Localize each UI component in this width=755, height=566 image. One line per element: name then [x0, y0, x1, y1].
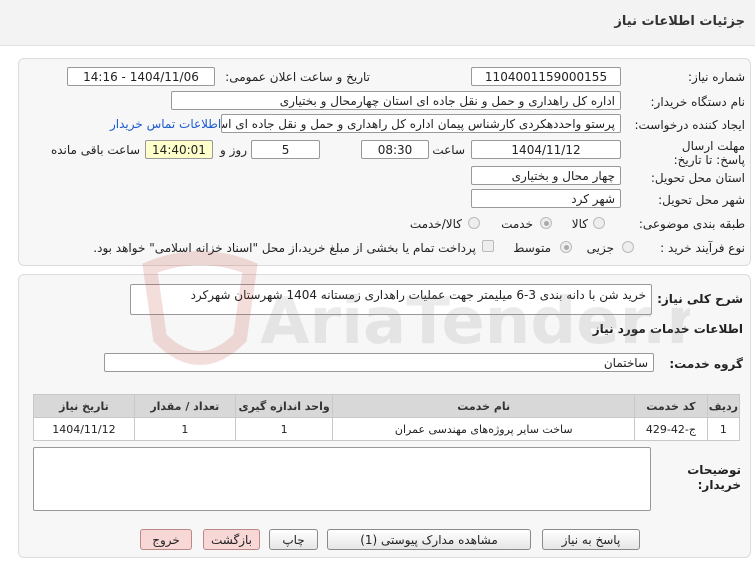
- days-label: روز و: [220, 143, 247, 157]
- category-option-goods-service: کالا/خدمت: [409, 217, 462, 231]
- col-quantity: تعداد / مقدار: [133, 394, 236, 418]
- purchase-option-medium: متوسط: [513, 241, 551, 255]
- col-need-date: تاریخ نیاز: [33, 394, 135, 418]
- back-button[interactable]: بازگشت: [203, 529, 260, 550]
- deadline-time-field: 08:30: [361, 140, 429, 159]
- treasury-payment-checkbox[interactable]: [482, 240, 494, 252]
- category-radio-goods-service[interactable]: [468, 217, 480, 229]
- days-field: 5: [251, 140, 320, 159]
- buyer-notes-label: توضیحات خریدار:: [687, 463, 741, 492]
- title-bar: جزئیات اطلاعات نیاز: [0, 0, 755, 46]
- buyer-org-label: نام دستگاه خریدار:: [650, 95, 746, 109]
- treasury-payment-note: پرداخت تمام یا بخشی از مبلغ خرید،از محل …: [93, 241, 476, 255]
- col-row: ردیف: [706, 394, 741, 418]
- col-service-name: نام خدمت: [332, 394, 635, 418]
- announce-date-label: تاریخ و ساعت اعلان عمومی:: [225, 70, 370, 84]
- remaining-time-label: ساعت باقی مانده: [50, 143, 140, 157]
- print-button[interactable]: چاپ: [269, 529, 318, 550]
- need-number-field: 1104001159000155: [471, 67, 621, 86]
- province-label: استان محل تحویل:: [650, 171, 745, 185]
- deadline-date-field: 1404/11/12: [471, 140, 621, 159]
- category-radio-service[interactable]: [540, 217, 552, 229]
- province-field: چهار محال و بختیاری: [471, 166, 621, 185]
- remaining-time-field: 14:40:01: [145, 140, 213, 159]
- announce-date-field: 1404/11/06 - 14:16: [67, 67, 215, 86]
- cell-row: 1: [706, 417, 741, 441]
- table-header-row: ردیف کد خدمت نام خدمت واحد اندازه گیری ت…: [33, 394, 741, 418]
- buyer-org-field: اداره کل راهداری و حمل و نقل جاده ای است…: [171, 91, 621, 110]
- deadline-label: مهلت ارسال پاسخ: تا تاریخ:: [673, 139, 745, 167]
- category-option-service: خدمت: [501, 217, 533, 231]
- city-label: شهر محل تحویل:: [658, 193, 745, 207]
- buyer-contact-link[interactable]: اطلاعات تماس خریدار: [110, 117, 221, 131]
- attachments-button[interactable]: مشاهده مدارک پیوستی (1): [327, 529, 531, 550]
- exit-button[interactable]: خروج: [140, 529, 192, 550]
- description-field: خرید شن با دانه بندی 3-6 میلیمتر جهت عمل…: [130, 284, 652, 315]
- buyer-notes-field[interactable]: [33, 447, 651, 511]
- col-unit: واحد اندازه گیری: [234, 394, 334, 418]
- services-heading: اطلاعات خدمات مورد نیاز: [592, 322, 743, 336]
- cell-service-name: ساخت سایر پروژه‌های مهندسی عمران: [332, 417, 635, 441]
- category-label: طبقه بندی موضوعی:: [638, 217, 745, 231]
- purchase-radio-medium[interactable]: [560, 241, 572, 253]
- category-option-goods: کالا: [571, 217, 588, 231]
- cell-unit: 1: [234, 417, 334, 441]
- purchase-type-label: نوع فرآیند خرید :: [660, 241, 745, 255]
- cell-need-date: 1404/11/12: [33, 417, 135, 441]
- info-panel: [18, 58, 751, 266]
- creator-field: پرستو واحددهکردی کارشناس پیمان اداره کل …: [221, 114, 621, 133]
- description-label: شرح کلی نیاز:: [657, 292, 743, 306]
- reply-button[interactable]: پاسخ به نیاز: [542, 529, 640, 550]
- cell-quantity: 1: [133, 417, 236, 441]
- category-radio-goods[interactable]: [593, 217, 605, 229]
- purchase-option-minor: جزیی: [586, 241, 614, 255]
- need-number-label: شماره نیاز:: [688, 70, 745, 84]
- col-service-code: کد خدمت: [634, 394, 708, 418]
- services-table: ردیف کد خدمت نام خدمت واحد اندازه گیری ت…: [33, 394, 741, 441]
- service-group-label: گروه خدمت:: [669, 357, 743, 371]
- service-group-field: ساختمان: [104, 353, 654, 372]
- table-row: 1 ج-42-429 ساخت سایر پروژه‌های مهندسی عم…: [33, 417, 741, 441]
- page-title: جزئیات اطلاعات نیاز: [614, 14, 745, 29]
- creator-label: ایجاد کننده درخواست:: [634, 118, 745, 132]
- city-field: شهر کرد: [471, 189, 621, 208]
- cell-service-code: ج-42-429: [634, 417, 708, 441]
- purchase-radio-minor[interactable]: [622, 241, 634, 253]
- deadline-time-label: ساعت: [432, 143, 465, 157]
